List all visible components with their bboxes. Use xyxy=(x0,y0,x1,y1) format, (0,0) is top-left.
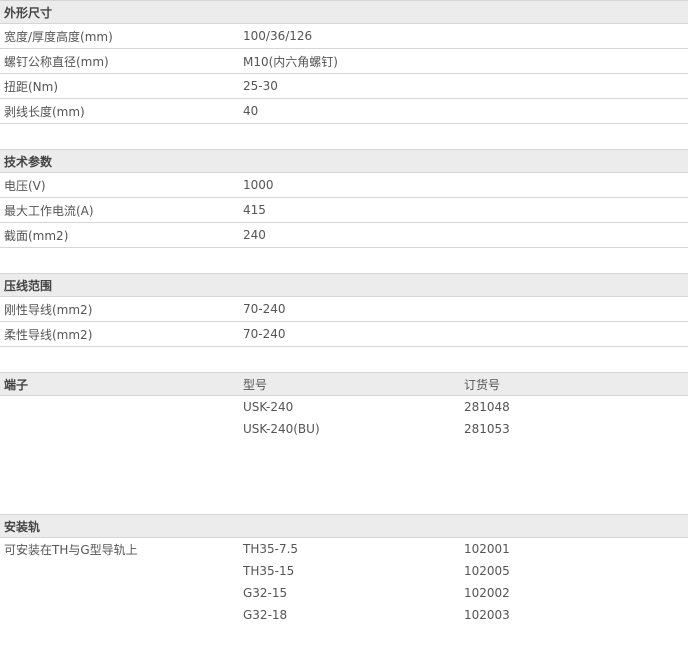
spec-row: 截面(mm2) 240 xyxy=(0,223,688,248)
list-item: 可安装在TH与G型导轨上 TH35-7.5 102001 xyxy=(0,538,688,560)
list-item: TH35-15 102005 xyxy=(0,560,688,582)
spec-value: 70-240 xyxy=(243,302,286,316)
spec-label: 截面(mm2) xyxy=(4,228,69,243)
spec-label: 剥线长度(mm) xyxy=(4,104,85,119)
order-number: 102003 xyxy=(464,608,510,622)
column-header-order: 订货号 xyxy=(464,377,501,392)
order-number: 281048 xyxy=(464,400,510,414)
spec-row: 柔性导线(mm2) 70-240 xyxy=(0,322,688,347)
list-item: USK-240(BU) 281053 xyxy=(0,418,688,440)
spec-label: 柔性导线(mm2) xyxy=(4,327,93,342)
section-header-crimp-range: 压线范围 xyxy=(0,273,688,297)
spec-row: 最大工作电流(A) 415 xyxy=(0,198,688,223)
section-header-rail: 安装轨 xyxy=(0,514,688,538)
spec-row: 扭距(Nm) 25-30 xyxy=(0,74,688,99)
spec-value: 1000 xyxy=(243,178,274,192)
spec-label: 螺钉公称直径(mm) xyxy=(4,54,109,69)
model-number: TH35-7.5 xyxy=(243,542,299,556)
spec-value: 240 xyxy=(243,228,266,242)
spec-value: M10(内六角螺钉) xyxy=(243,54,338,69)
spec-row: 螺钉公称直径(mm) M10(内六角螺钉) xyxy=(0,49,688,74)
model-number: USK-240(BU) xyxy=(243,422,320,436)
spec-label: 刚性导线(mm2) xyxy=(4,302,93,317)
section-header-technical: 技术参数 xyxy=(0,149,688,173)
spec-row: 电压(V) 1000 xyxy=(0,173,688,198)
column-header-model: 型号 xyxy=(243,377,268,392)
spec-value: 40 xyxy=(243,104,259,118)
spec-label: 宽度/厚度高度(mm) xyxy=(4,29,113,44)
spec-row: 刚性导线(mm2) 70-240 xyxy=(0,297,688,322)
spec-label: 电压(V) xyxy=(4,178,46,193)
model-number: TH35-15 xyxy=(243,564,295,578)
model-number: USK-240 xyxy=(243,400,294,414)
list-item: USK-240 281048 xyxy=(0,396,688,418)
order-number: 102001 xyxy=(464,542,510,556)
spec-label: 最大工作电流(A) xyxy=(4,203,94,218)
section-title: 外形尺寸 xyxy=(4,5,53,20)
order-number: 281053 xyxy=(464,422,510,436)
spec-value: 25-30 xyxy=(243,79,278,93)
spec-row: 剥线长度(mm) 40 xyxy=(0,99,688,124)
order-number: 102005 xyxy=(464,564,510,578)
model-number: G32-15 xyxy=(243,586,288,600)
spec-value: 70-240 xyxy=(243,327,286,341)
model-number: G32-18 xyxy=(243,608,288,622)
order-number: 102002 xyxy=(464,586,510,600)
section-title: 技术参数 xyxy=(4,154,53,169)
rail-description: 可安装在TH与G型导轨上 xyxy=(4,542,138,557)
section-header-dimensions: 外形尺寸 xyxy=(0,0,688,24)
spec-value: 415 xyxy=(243,203,266,217)
spec-label: 扭距(Nm) xyxy=(4,79,59,94)
spec-sheet: 外形尺寸 宽度/厚度高度(mm) 100/36/126 螺钉公称直径(mm) M… xyxy=(0,0,688,626)
section-header-terminals: 端子 型号 订货号 xyxy=(0,372,688,396)
list-item: G32-18 102003 xyxy=(0,604,688,626)
spec-value: 100/36/126 xyxy=(243,29,313,43)
section-title: 端子 xyxy=(4,377,29,392)
section-title: 安装轨 xyxy=(4,519,41,534)
spec-row: 宽度/厚度高度(mm) 100/36/126 xyxy=(0,24,688,49)
section-title: 压线范围 xyxy=(4,278,53,293)
list-item: G32-15 102002 xyxy=(0,582,688,604)
